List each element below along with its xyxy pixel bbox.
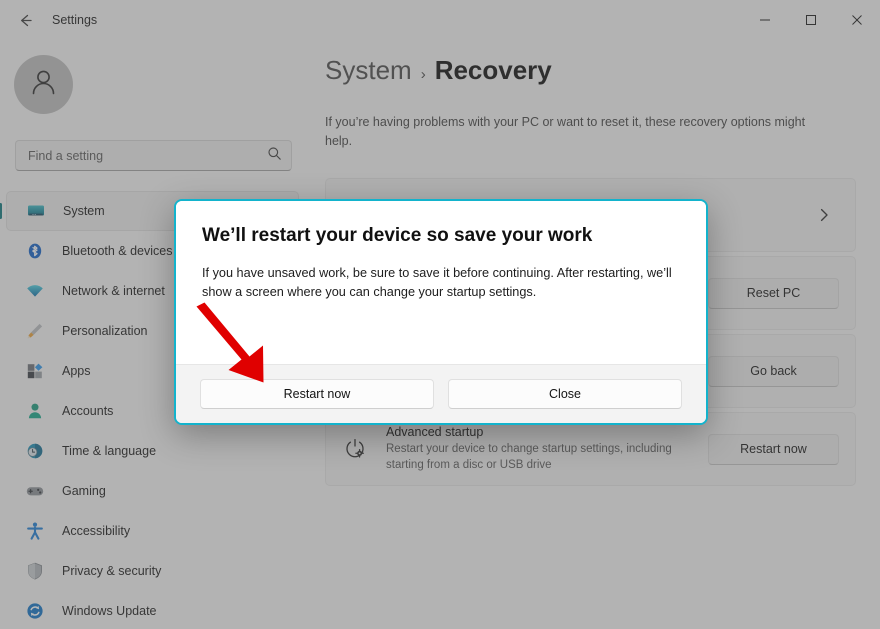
search-icon: [267, 146, 282, 166]
account-icon: [24, 400, 46, 422]
sidebar-item-label: System: [63, 204, 105, 218]
title-bar: Settings: [0, 0, 880, 40]
update-sync-icon: [24, 600, 46, 622]
reset-pc-button[interactable]: Reset PC: [708, 277, 839, 309]
breadcrumb: System › Recovery: [325, 55, 552, 86]
breadcrumb-separator-icon: ›: [420, 66, 426, 83]
sidebar-item-label: Privacy & security: [62, 564, 162, 578]
maximize-icon: [805, 14, 817, 26]
restart-confirmation-dialog: We’ll restart your device so save your w…: [174, 199, 708, 425]
sidebar-item-label: Gaming: [62, 484, 106, 498]
back-button[interactable]: [6, 5, 44, 35]
sidebar-item-windows-update[interactable]: Windows Update: [6, 591, 299, 629]
app-title: Settings: [52, 13, 98, 27]
shield-icon: [24, 560, 46, 582]
maximize-button[interactable]: [788, 0, 834, 40]
window-controls: [742, 0, 880, 40]
monitor-icon: [25, 200, 47, 222]
sidebar-item-privacy-security[interactable]: Privacy & security: [6, 551, 299, 591]
paintbrush-icon: [24, 320, 46, 342]
sidebar-item-label: Bluetooth & devices: [62, 244, 173, 258]
dialog-footer: Restart now Close: [176, 364, 706, 423]
dialog-message: If you have unsaved work, be sure to sav…: [202, 266, 672, 299]
sidebar-item-time-language[interactable]: Time & language: [6, 431, 299, 471]
dialog-close-button[interactable]: Close: [448, 379, 682, 409]
sidebar-item-label: Accessibility: [62, 524, 131, 538]
sidebar-item-label: Windows Update: [62, 604, 157, 618]
dialog-body: We’ll restart your device so save your w…: [176, 201, 706, 364]
card-title: Advanced startup: [386, 425, 484, 439]
breadcrumb-parent[interactable]: System: [325, 55, 412, 86]
sidebar-item-gaming[interactable]: Gaming: [6, 471, 299, 511]
power-gear-icon: [342, 436, 368, 462]
search-field[interactable]: [15, 140, 292, 171]
sidebar-item-label: Time & language: [62, 444, 157, 458]
card-subtitle: Restart your device to change startup se…: [386, 443, 672, 471]
apps-icon: [24, 360, 46, 382]
search-input[interactable]: [28, 148, 267, 163]
minimize-icon: [759, 14, 771, 26]
wifi-icon: [24, 280, 46, 302]
close-icon: [851, 14, 863, 26]
sidebar-item-label: Personalization: [62, 324, 148, 338]
clock-globe-icon: [24, 440, 46, 462]
dialog-title: We’ll restart your device so save your w…: [202, 225, 593, 246]
avatar[interactable]: [14, 55, 73, 114]
back-arrow-icon: [17, 12, 34, 29]
sidebar-item-label: Network & internet: [62, 284, 165, 298]
gamepad-icon: [24, 480, 46, 502]
sidebar-item-label: Accounts: [62, 404, 114, 418]
bluetooth-icon: [24, 240, 46, 262]
dialog-restart-now-button[interactable]: Restart now: [200, 379, 434, 409]
page-title: Recovery: [434, 55, 552, 85]
sidebar-item-label: Apps: [62, 364, 91, 378]
go-back-button[interactable]: Go back: [708, 355, 839, 387]
settings-window: Settings Find a setting System Bluetooth…: [0, 0, 880, 629]
close-button[interactable]: [834, 0, 880, 40]
advanced-startup-restart-button[interactable]: Restart now: [708, 433, 839, 465]
page-description: If you’re having problems with your PC o…: [325, 115, 806, 148]
accessibility-icon: [24, 520, 46, 542]
sidebar-item-accessibility[interactable]: Accessibility: [6, 511, 299, 551]
chevron-right-icon[interactable]: [809, 207, 839, 223]
user-avatar-icon: [27, 66, 60, 104]
minimize-button[interactable]: [742, 0, 788, 40]
